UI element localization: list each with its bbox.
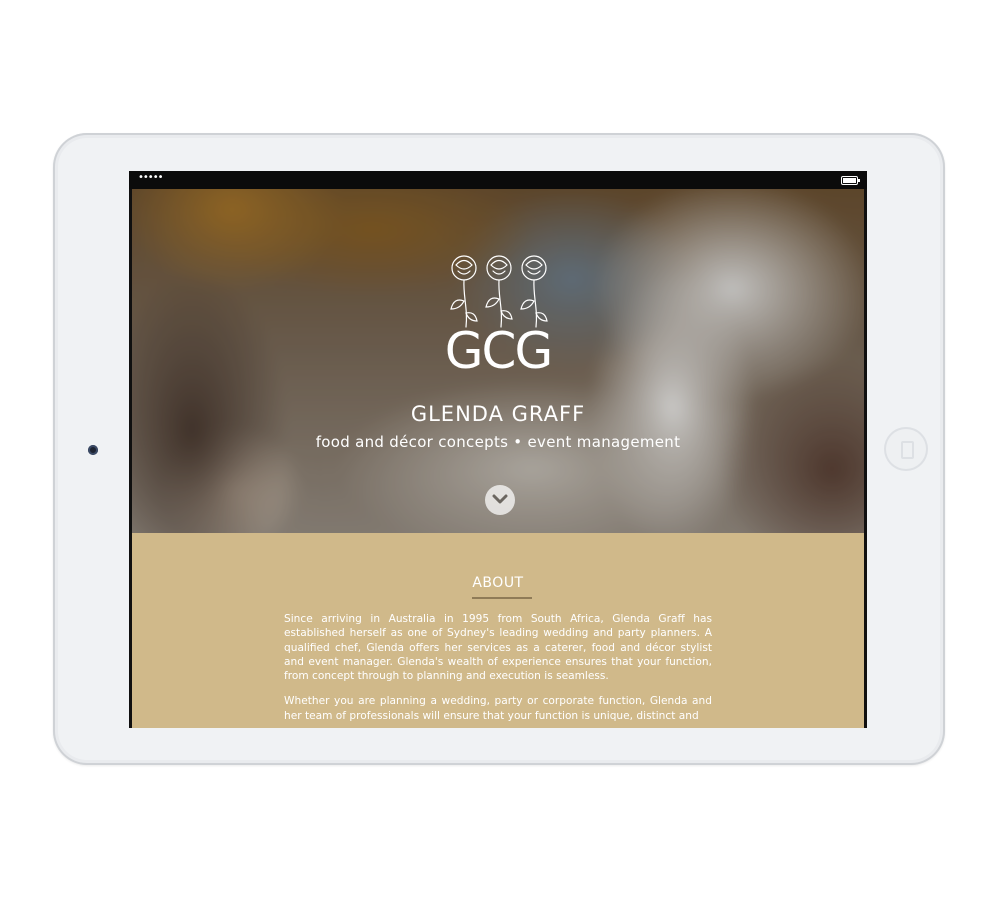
about-paragraph: Since arriving in Australia in 1995 from… (284, 613, 712, 683)
home-button[interactable] (884, 427, 928, 471)
about-heading: ABOUT (472, 575, 524, 591)
about-heading-underline (472, 597, 532, 599)
status-bar: ••••• (129, 171, 867, 189)
signal-strength-icon: ••••• (138, 172, 163, 183)
scroll-down-button[interactable] (485, 485, 515, 515)
chevron-down-icon (492, 494, 508, 504)
tablet-screen: ••••• GCG GLENDA GRAFF food and décor co… (129, 171, 867, 728)
home-button-glyph-icon (901, 441, 914, 459)
about-section: ABOUT Since arriving in Australia in 199… (132, 533, 864, 728)
brand-name: GLENDA GRAFF (410, 402, 586, 426)
battery-icon (841, 176, 860, 185)
about-paragraph: Whether you are planning a wedding, part… (284, 695, 712, 722)
logo-monogram: GCG (444, 322, 553, 380)
hero-section: GCG GLENDA GRAFF food and décor concepts… (132, 189, 864, 533)
about-body: Since arriving in Australia in 1995 from… (284, 612, 712, 728)
brand-tagline: food and décor concepts • event manageme… (315, 433, 681, 451)
front-camera-icon (88, 445, 98, 455)
